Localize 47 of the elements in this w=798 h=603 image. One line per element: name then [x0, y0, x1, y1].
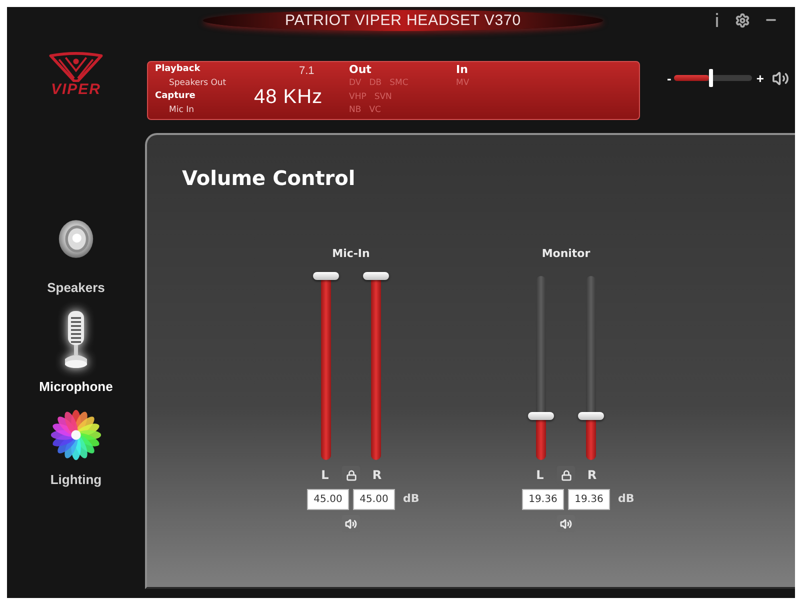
speaker-icon [345, 518, 357, 530]
settings-icon [735, 12, 750, 28]
volume-slider[interactable] [363, 272, 389, 460]
sidebar-item[interactable]: Lighting [21, 408, 131, 487]
unit-label: dB [618, 491, 636, 508]
slider-thumb[interactable] [313, 272, 339, 280]
value-field[interactable]: 19.36 [568, 489, 610, 510]
channel-label: L [320, 467, 330, 484]
channel-label: L [535, 467, 545, 484]
slider-thumb[interactable] [363, 272, 389, 280]
channel-mode: 7.1 [299, 65, 316, 78]
speaker-icon[interactable] [772, 70, 789, 86]
value-field[interactable]: 45.00 [307, 489, 349, 510]
volume-plus[interactable]: + [756, 72, 764, 84]
sample-rate: 48 KHz [254, 86, 324, 108]
status-device: Mic In [168, 104, 195, 116]
lock-icon [346, 470, 356, 480]
speaker-icon [58, 218, 94, 260]
volume-slider[interactable] [674, 69, 752, 87]
sidebar-item[interactable]: Microphone [21, 309, 131, 394]
settings-button[interactable] [735, 12, 750, 28]
feature-group-label: Out [349, 63, 372, 77]
group-label: Monitor [542, 247, 590, 261]
group-label: Mic-In [332, 247, 370, 261]
channel-label: R [371, 467, 383, 484]
info-button[interactable] [713, 12, 721, 28]
color-flower-icon [49, 408, 103, 462]
speaker-icon [560, 518, 572, 530]
value-field[interactable]: 19.36 [522, 489, 564, 510]
sidebar-item[interactable]: Speakers [21, 218, 131, 295]
feature-group-label: In [456, 63, 469, 77]
unit-label: dB [403, 491, 420, 508]
panel-title: Volume Control [182, 166, 356, 190]
window-title: PATRIOT VIPER HEADSET V370 [284, 13, 522, 28]
lock-icon [560, 470, 572, 480]
logo-wordmark: VIPER [50, 82, 101, 98]
status-device: Speakers Out [168, 76, 228, 90]
info-icon [715, 13, 719, 27]
slider-thumb[interactable] [578, 412, 604, 420]
volume-minus[interactable]: - [667, 72, 672, 84]
status-label: Capture [155, 90, 196, 103]
volume-slider[interactable] [313, 272, 339, 460]
channel-label: R [586, 467, 598, 484]
value-field[interactable]: 45.00 [353, 489, 395, 510]
slider-thumb[interactable] [528, 412, 554, 420]
slider-thumb[interactable] [709, 69, 714, 87]
status-label: Playback [155, 63, 202, 76]
